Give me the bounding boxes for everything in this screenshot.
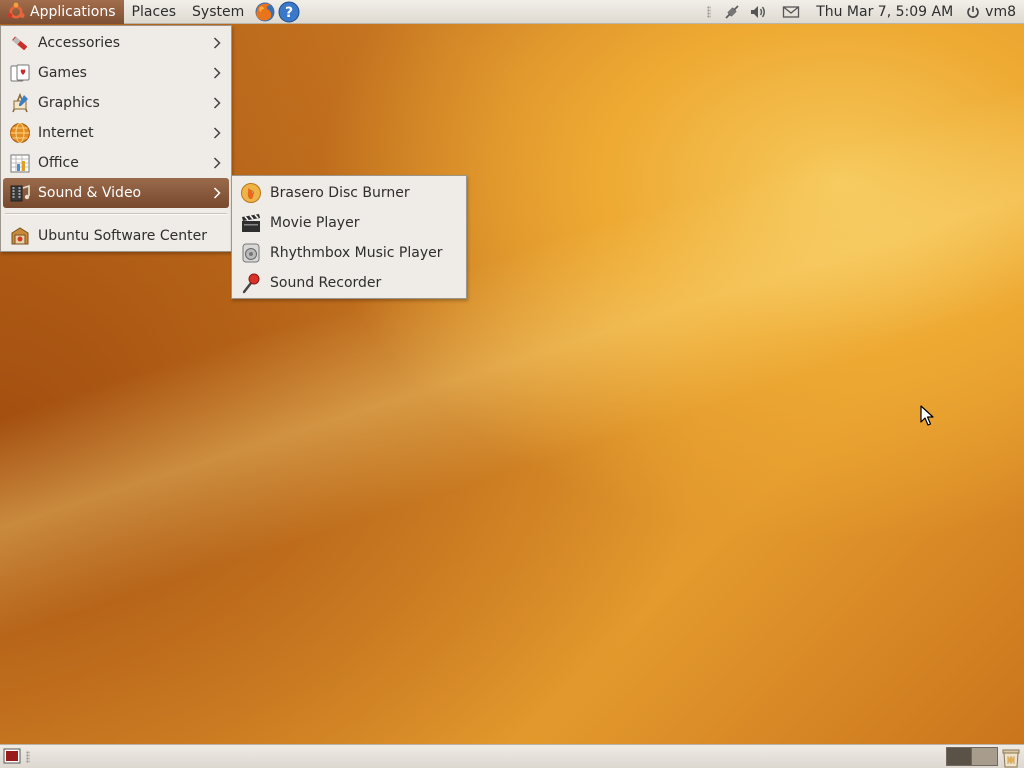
chevron-right-icon bbox=[211, 88, 223, 118]
workspace-2[interactable] bbox=[972, 747, 998, 766]
applications-menu-label: Applications bbox=[30, 3, 116, 20]
user-menu[interactable]: vm8 bbox=[963, 2, 1016, 22]
software-center-icon bbox=[9, 225, 31, 247]
menu-item-label: Office bbox=[38, 155, 79, 171]
applications-menu: Accessories Games Graphics Internet Offi… bbox=[0, 25, 232, 252]
menu-item-label: Brasero Disc Burner bbox=[270, 185, 410, 201]
bottom-panel bbox=[0, 744, 1024, 768]
workspace-switcher bbox=[946, 747, 998, 766]
mouse-cursor-icon bbox=[920, 405, 934, 426]
ubuntu-logo-icon bbox=[6, 2, 26, 22]
menu-item-label: Accessories bbox=[38, 35, 121, 51]
office-icon bbox=[9, 152, 31, 174]
panel-handle-icon bbox=[26, 751, 30, 763]
network-icon[interactable] bbox=[722, 2, 742, 22]
chevron-right-icon bbox=[211, 58, 223, 88]
menu-item-internet[interactable]: Internet bbox=[3, 118, 229, 148]
sound-video-submenu: Brasero Disc Burner Movie Player Rhythmb… bbox=[231, 175, 467, 299]
menu-item-rhythmbox[interactable]: Rhythmbox Music Player bbox=[234, 238, 464, 268]
menu-item-brasero[interactable]: Brasero Disc Burner bbox=[234, 178, 464, 208]
panel-handle-icon bbox=[707, 6, 712, 18]
menu-item-movie-player[interactable]: Movie Player bbox=[234, 208, 464, 238]
menu-item-games[interactable]: Games bbox=[3, 58, 229, 88]
menu-item-sound-recorder[interactable]: Sound Recorder bbox=[234, 268, 464, 298]
chevron-right-icon bbox=[211, 148, 223, 178]
chevron-right-icon bbox=[211, 28, 223, 58]
firefox-icon[interactable] bbox=[254, 1, 276, 23]
movie-player-icon bbox=[240, 212, 262, 234]
menu-item-label: Movie Player bbox=[270, 215, 360, 231]
mail-icon[interactable] bbox=[781, 2, 801, 22]
top-panel: Applications Places System ? Thu Mar 7, … bbox=[0, 0, 1024, 24]
menu-item-office[interactable]: Office bbox=[3, 148, 229, 178]
show-desktop-icon[interactable] bbox=[3, 748, 21, 764]
user-name: vm8 bbox=[985, 4, 1016, 20]
brasero-icon bbox=[240, 182, 262, 204]
menu-item-ubuntu-software-center[interactable]: Ubuntu Software Center bbox=[3, 221, 229, 251]
games-icon bbox=[9, 62, 31, 84]
sound-video-icon bbox=[9, 182, 31, 204]
clock[interactable]: Thu Mar 7, 5:09 AM bbox=[816, 4, 953, 20]
system-menu-button[interactable]: System bbox=[184, 0, 252, 24]
internet-icon bbox=[9, 122, 31, 144]
menu-item-graphics[interactable]: Graphics bbox=[3, 88, 229, 118]
applications-menu-button[interactable]: Applications bbox=[0, 0, 124, 24]
graphics-icon bbox=[9, 92, 31, 114]
trash-icon[interactable] bbox=[1000, 746, 1022, 768]
menu-item-sound-video[interactable]: Sound & Video bbox=[3, 178, 229, 208]
volume-icon[interactable] bbox=[748, 2, 768, 22]
menu-item-accessories[interactable]: Accessories bbox=[3, 28, 229, 58]
menu-item-label: Games bbox=[38, 65, 87, 81]
menu-item-label: Graphics bbox=[38, 95, 100, 111]
menu-item-label: Sound Recorder bbox=[270, 275, 382, 291]
menu-item-label: Internet bbox=[38, 125, 94, 141]
chevron-right-icon bbox=[211, 118, 223, 148]
menu-item-label: Rhythmbox Music Player bbox=[270, 245, 443, 261]
help-icon[interactable]: ? bbox=[278, 1, 300, 23]
rhythmbox-icon bbox=[240, 242, 262, 264]
chevron-right-icon bbox=[211, 178, 223, 208]
places-menu-button[interactable]: Places bbox=[124, 0, 185, 24]
microphone-icon bbox=[240, 272, 262, 294]
accessories-icon bbox=[9, 32, 31, 54]
power-icon bbox=[963, 2, 983, 22]
menu-item-label: Sound & Video bbox=[38, 185, 142, 201]
workspace-1[interactable] bbox=[946, 747, 972, 766]
svg-text:?: ? bbox=[285, 5, 293, 21]
menu-separator bbox=[5, 213, 227, 215]
menu-item-label: Ubuntu Software Center bbox=[38, 228, 207, 244]
